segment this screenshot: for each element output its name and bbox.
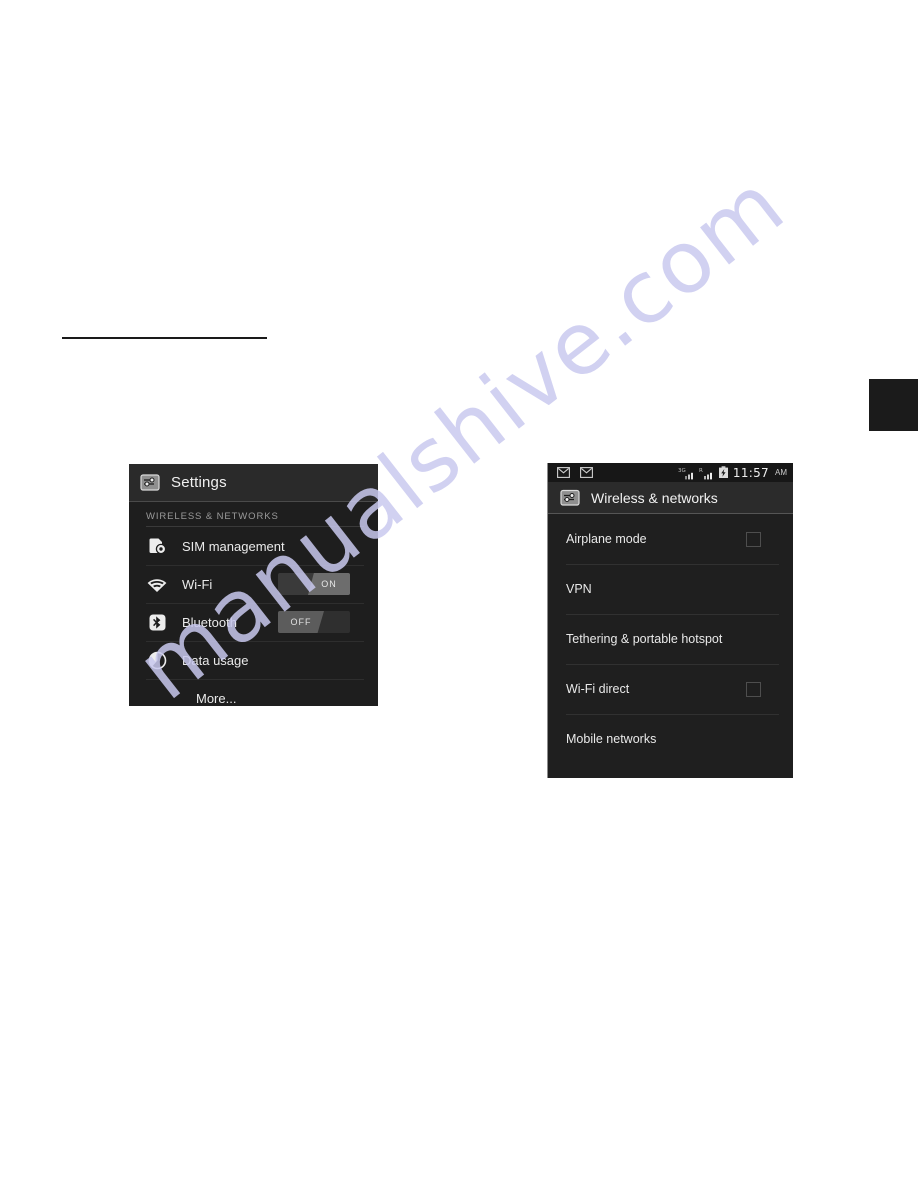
- settings-row-sim-management[interactable]: SIM management: [129, 527, 378, 565]
- settings-row-wifi[interactable]: Wi-Fi ON: [129, 565, 378, 603]
- wifi-toggle[interactable]: ON: [278, 573, 350, 595]
- pie-chart-icon: [146, 649, 168, 671]
- message-envelope-icon: [557, 467, 570, 478]
- signal-roaming-icon: R: [699, 466, 714, 480]
- wireless-row-tethering[interactable]: Tethering & portable hotspot: [548, 614, 793, 664]
- wireless-row-label: Airplane mode: [566, 532, 647, 546]
- wifi-toggle-state: ON: [308, 573, 350, 595]
- status-bar-time: 11:57: [732, 465, 769, 480]
- horizontal-rule: [62, 337, 267, 339]
- page-title: Settings: [171, 474, 227, 491]
- battery-charging-icon: [718, 466, 729, 479]
- bluetooth-toggle-state: OFF: [278, 611, 324, 633]
- wireless-row-wifi-direct[interactable]: Wi-Fi direct: [548, 664, 793, 714]
- settings-header: Settings: [129, 464, 378, 502]
- wireless-row-label: Wi-Fi direct: [566, 682, 630, 696]
- chapter-edge-tab: [869, 379, 918, 431]
- settings-row-label: Data usage: [182, 652, 249, 668]
- wifi-direct-checkbox[interactable]: [746, 681, 761, 697]
- airplane-mode-checkbox[interactable]: [746, 531, 761, 547]
- status-bar-ampm: AM: [775, 468, 787, 477]
- status-bar: 3G R 11:57 AM: [548, 463, 793, 482]
- settings-row-more[interactable]: More...: [129, 679, 378, 706]
- wireless-row-mobile-networks[interactable]: Mobile networks: [548, 714, 793, 764]
- settings-row-label: Bluetooth: [182, 614, 237, 630]
- settings-sliders-icon: [140, 473, 160, 493]
- bluetooth-toggle[interactable]: OFF: [278, 611, 350, 633]
- svg-text:3G: 3G: [678, 468, 686, 474]
- wireless-header: Wireless & networks: [548, 482, 793, 514]
- wireless-row-label: VPN: [566, 582, 592, 596]
- settings-row-data-usage[interactable]: Data usage: [129, 641, 378, 679]
- svg-text:R: R: [699, 468, 703, 474]
- wifi-icon: [146, 573, 168, 595]
- settings-row-bluetooth[interactable]: Bluetooth OFF: [129, 603, 378, 641]
- signal-3g-icon: 3G: [678, 466, 695, 480]
- sim-card-icon: [146, 535, 168, 557]
- wireless-row-airplane-mode[interactable]: Airplane mode: [548, 514, 793, 564]
- section-header-wireless: WIRELESS & NETWORKS: [146, 511, 279, 522]
- wireless-row-label: Tethering & portable hotspot: [566, 632, 723, 646]
- page-title: Wireless & networks: [591, 489, 718, 506]
- settings-sliders-icon: [560, 488, 580, 508]
- wireless-row-label: Mobile networks: [566, 732, 657, 746]
- wireless-networks-screenshot: 3G R 11:57 AM Wireless & networks Airpla…: [547, 463, 793, 778]
- message-envelope-icon: [580, 467, 593, 478]
- settings-row-label: SIM management: [182, 538, 285, 554]
- settings-row-label: Wi-Fi: [182, 576, 213, 592]
- wireless-row-vpn[interactable]: VPN: [548, 564, 793, 614]
- settings-row-label: More...: [196, 690, 237, 706]
- settings-screenshot: Settings WIRELESS & NETWORKS SIM managem…: [129, 464, 378, 706]
- bluetooth-icon: [146, 611, 168, 633]
